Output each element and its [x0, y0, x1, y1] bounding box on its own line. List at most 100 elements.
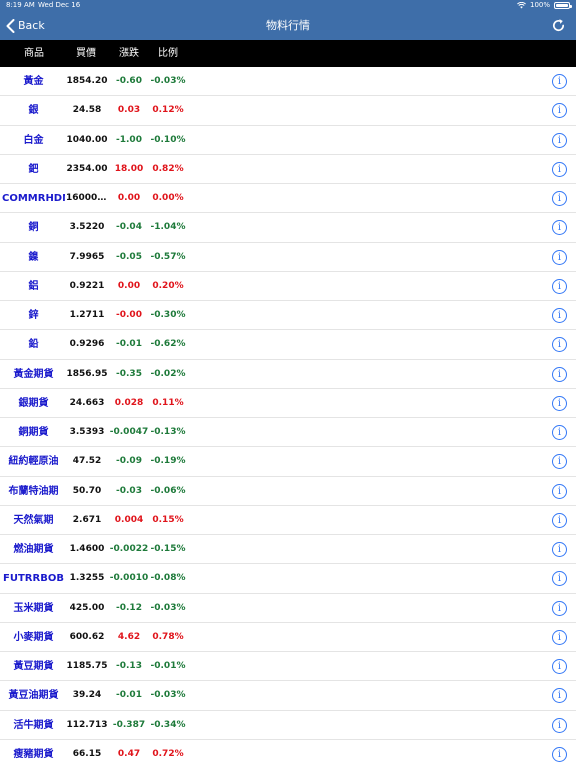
- info-icon[interactable]: i: [552, 337, 567, 353]
- info-icon[interactable]: i: [552, 366, 567, 382]
- price-change: -0.0047: [109, 427, 149, 437]
- table-row[interactable]: 銀期貨 24.663 0.028 0.11% i: [0, 389, 576, 418]
- status-date: Wed Dec 16: [38, 1, 81, 9]
- status-right: 100%: [517, 0, 572, 11]
- change-ratio: -0.10%: [150, 134, 186, 145]
- status-bar: 8:19 AM Wed Dec 16 100%: [0, 0, 576, 11]
- table-row[interactable]: 銅 3.5220 -0.04 -1.04% i: [0, 213, 576, 243]
- price-change: -0.09: [116, 456, 142, 467]
- commodity-name: 鋅: [28, 310, 39, 321]
- table-row[interactable]: 白金 1040.00 -1.00 -0.10% i: [0, 126, 576, 155]
- info-icon[interactable]: i: [552, 249, 567, 265]
- change-ratio: 0.12%: [152, 105, 184, 116]
- info-icon[interactable]: i: [552, 425, 567, 440]
- commodity-name: 黃金期貨: [13, 368, 54, 380]
- info-icon[interactable]: i: [552, 278, 567, 294]
- table-row[interactable]: 銅期貨 3.5393 -0.0047 -0.13% i: [0, 418, 576, 448]
- table-row[interactable]: 鋁 0.9221 0.00 0.20% i: [0, 272, 576, 301]
- info-icon[interactable]: i: [552, 746, 567, 762]
- info-icon[interactable]: i: [552, 717, 567, 733]
- info-icon[interactable]: i: [552, 600, 567, 616]
- bid-price: 1040.00: [66, 134, 108, 145]
- table-row[interactable]: 銀 24.58 0.03 0.12% i: [0, 96, 576, 126]
- table-row[interactable]: 瘦豬期貨 66.15 0.47 0.72% i: [0, 740, 576, 768]
- change-ratio: -0.03%: [150, 76, 186, 86]
- price-change: 0.00: [117, 280, 141, 291]
- table-row[interactable]: 鈀 2354.00 18.00 0.82% i: [0, 155, 576, 184]
- commodity-name: COMMRHDM: [2, 193, 65, 204]
- table-row[interactable]: 黃金期貨 1856.95 -0.35 -0.02% i: [0, 360, 576, 389]
- table-row[interactable]: 鉛 0.9296 -0.01 -0.62% i: [0, 330, 576, 360]
- info-icon[interactable]: i: [552, 629, 567, 645]
- commodity-list[interactable]: 黃金 1854.20 -0.60 -0.03% i 銀 24.58 0.03 0.12% i 白金 1…: [0, 67, 576, 768]
- change-ratio: -0.01%: [150, 661, 186, 671]
- bid-price: 1185.75: [66, 661, 108, 671]
- change-ratio: -0.19%: [150, 456, 186, 467]
- commodity-name: 紐約輕原油: [8, 456, 59, 468]
- info-icon[interactable]: i: [552, 659, 567, 674]
- info-icon[interactable]: i: [552, 483, 567, 499]
- info-icon[interactable]: i: [552, 512, 567, 528]
- info-icon[interactable]: i: [552, 571, 567, 587]
- commodity-name: 鉛: [28, 339, 39, 351]
- bid-price: 0.9221: [69, 280, 105, 291]
- commodity-name: 銀: [28, 105, 39, 117]
- bid-price: 24.663: [69, 397, 105, 408]
- change-ratio: -0.13%: [150, 427, 186, 437]
- commodity-name: 燃油期貨: [13, 544, 54, 555]
- table-row[interactable]: 鎳 7.9965 -0.05 -0.57% i: [0, 243, 576, 272]
- table-row[interactable]: FUTRRBOB 1.3255 -0.0010 -0.08% i: [0, 564, 576, 594]
- info-icon[interactable]: i: [552, 161, 567, 177]
- info-icon[interactable]: i: [552, 220, 567, 236]
- refresh-icon[interactable]: [551, 18, 566, 33]
- price-change: 0.03: [117, 105, 141, 116]
- table-row[interactable]: 黃豆油期貨 39.24 -0.01 -0.03% i: [0, 681, 576, 711]
- table-row[interactable]: 紐約輕原油 47.52 -0.09 -0.19% i: [0, 447, 576, 477]
- page-title: 物料行情: [266, 19, 310, 32]
- table-row[interactable]: 燃油期貨 1.4600 -0.0022 -0.15% i: [0, 535, 576, 565]
- table-row[interactable]: COMMRHDM16000.... 0.00 0.00% i: [0, 184, 576, 214]
- bid-price: 425.00: [69, 602, 105, 613]
- bid-price: 0.9296: [69, 339, 105, 350]
- wifi-icon: [517, 2, 526, 9]
- bid-price: 16000....: [66, 193, 108, 203]
- price-change: 0.00: [117, 193, 141, 203]
- change-ratio: -0.02%: [150, 368, 186, 379]
- table-row[interactable]: 玉米期貨 425.00 -0.12 -0.03% i: [0, 594, 576, 623]
- status-time: 8:19 AM: [6, 1, 35, 9]
- info-icon[interactable]: i: [552, 132, 567, 148]
- info-icon[interactable]: i: [552, 308, 567, 323]
- bid-price: 1.3255: [69, 573, 105, 584]
- table-row[interactable]: 布蘭特油期 50.70 -0.03 -0.06% i: [0, 477, 576, 506]
- commodity-name: 銅期貨: [18, 427, 49, 438]
- info-icon[interactable]: i: [552, 454, 567, 470]
- info-icon[interactable]: i: [552, 191, 567, 206]
- change-ratio: -0.03%: [150, 690, 186, 701]
- info-icon[interactable]: i: [552, 542, 567, 557]
- commodity-name: 鋁: [28, 280, 39, 292]
- table-row[interactable]: 小麥期貨 600.62 4.62 0.78% i: [0, 623, 576, 652]
- change-ratio: 0.11%: [152, 397, 184, 408]
- commodity-name: 布蘭特油期: [8, 485, 59, 497]
- info-icon[interactable]: i: [552, 103, 567, 119]
- table-row[interactable]: 黃豆期貨 1185.75 -0.13 -0.01% i: [0, 652, 576, 682]
- price-change: -0.35: [116, 368, 142, 379]
- commodity-name: 黃豆油期貨: [8, 690, 59, 702]
- table-row[interactable]: 鋅 1.2711 -0.00 -0.30% i: [0, 301, 576, 331]
- bid-price: 7.9965: [69, 251, 105, 262]
- bid-price: 1.2711: [69, 310, 105, 320]
- info-icon[interactable]: i: [552, 395, 567, 411]
- price-change: -0.12: [116, 602, 142, 613]
- bid-price: 3.5220: [69, 222, 105, 233]
- price-change: -0.0010: [109, 573, 149, 584]
- price-change: -0.03: [116, 485, 142, 496]
- bid-price: 600.62: [69, 631, 105, 642]
- info-icon[interactable]: i: [552, 688, 567, 704]
- table-row[interactable]: 活牛期貨 112.713 -0.387 -0.34% i: [0, 711, 576, 740]
- table-row[interactable]: 黃金 1854.20 -0.60 -0.03% i: [0, 67, 576, 97]
- table-row[interactable]: 天然氣期 2.671 0.004 0.15% i: [0, 506, 576, 535]
- commodity-name: 黃金: [23, 76, 44, 87]
- info-icon[interactable]: i: [552, 74, 567, 89]
- bid-price: 1856.95: [66, 368, 108, 379]
- change-ratio: 0.00%: [152, 193, 184, 203]
